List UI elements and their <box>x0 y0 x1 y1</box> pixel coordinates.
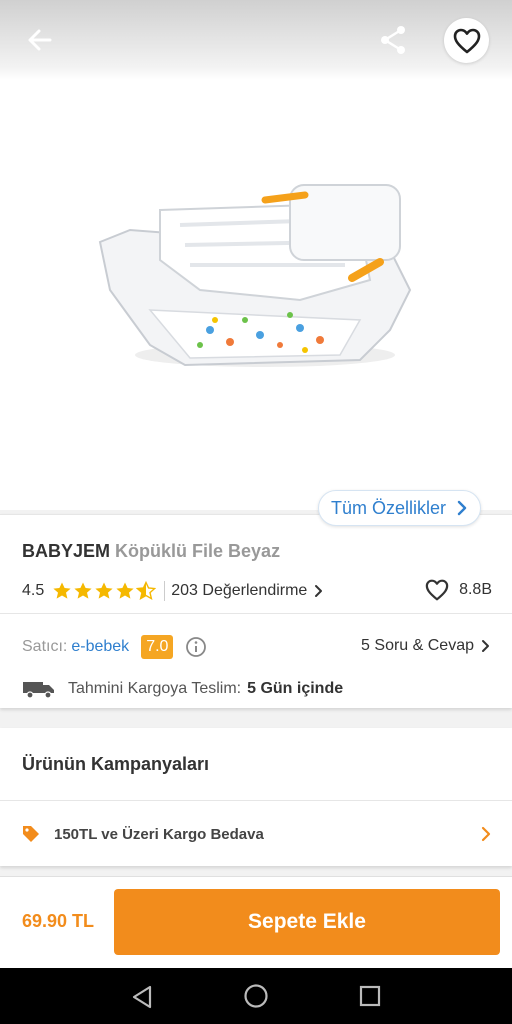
all-features-label: Tüm Özellikler <box>331 498 447 518</box>
favorite-button[interactable] <box>444 18 489 63</box>
top-bar <box>0 0 512 80</box>
campaign-item[interactable]: 150TL ve Üzeri Kargo Bedava <box>22 822 492 846</box>
shipping-label: Tahmini Kargoya Teslim: <box>68 680 242 697</box>
reviews-link[interactable]: 203 Değerlendirme <box>171 582 325 600</box>
divider <box>0 613 512 614</box>
product-image-area[interactable] <box>0 80 512 510</box>
product-name: Köpüklü File Beyaz <box>115 541 281 561</box>
rating-value: 4.5 <box>22 582 45 599</box>
seller-name-link[interactable]: e-bebek <box>71 638 129 656</box>
rating-row: 4.5 203 Değerlendirme 8.8B <box>22 579 492 603</box>
product-title: BABYJEM Köpüklü File Beyaz <box>22 541 280 562</box>
arrow-left-icon <box>28 29 52 51</box>
shipping-value: 5 Gün içinde <box>247 680 344 697</box>
reviews-label: 203 Değerlendirme <box>171 582 308 599</box>
campaigns-card: Ürünün Kampanyaları 150TL ve Üzeri Kargo… <box>0 728 512 866</box>
add-to-cart-bar: 69.90 TL Sepete Ekle <box>0 876 512 968</box>
bath-tub-product-image <box>98 184 412 367</box>
product-price: 69.90 TL <box>22 911 95 931</box>
star-half-icon <box>136 581 157 601</box>
seller-score-badge: 7.0 <box>141 635 174 659</box>
seller-label: Satıcı: <box>22 638 68 655</box>
seller-row: Satıcı: e-bebek 7.0 5 Soru & Cevap <box>22 633 492 661</box>
tag-icon <box>23 826 39 842</box>
chevron-right-icon <box>457 500 467 516</box>
star-full-icon <box>116 582 134 599</box>
share-button[interactable] <box>376 22 410 58</box>
truck-icon <box>23 682 54 699</box>
chevron-right-icon <box>315 585 323 597</box>
star-rating <box>52 581 157 601</box>
nav-back-icon[interactable] <box>130 984 154 1010</box>
rating-separator <box>164 581 166 601</box>
divider <box>0 800 512 801</box>
campaigns-title: Ürünün Kampanyaları <box>22 754 210 774</box>
heart-outline-icon <box>453 28 480 53</box>
chevron-right-icon <box>482 640 489 652</box>
heart-outline-icon <box>425 579 449 601</box>
share-icon <box>381 26 405 54</box>
qa-label: 5 Soru & Cevap <box>361 637 474 654</box>
nav-recent-apps-icon[interactable] <box>359 985 381 1007</box>
favorites-count-value: 8.8B <box>459 581 492 598</box>
star-full-icon <box>53 582 71 599</box>
add-to-cart-button[interactable]: Sepete Ekle <box>114 889 500 955</box>
questions-answers-link[interactable]: 5 Soru & Cevap <box>361 637 492 655</box>
system-navigation-bar <box>0 968 512 1024</box>
back-button[interactable] <box>22 22 58 58</box>
star-full-icon <box>74 582 92 599</box>
campaign-label: 150TL ve Üzeri Kargo Bedava <box>54 825 264 843</box>
chevron-right-icon <box>481 826 491 842</box>
nav-home-icon[interactable] <box>243 983 269 1009</box>
product-brand: BABYJEM <box>22 541 111 561</box>
all-features-button[interactable]: Tüm Özellikler <box>318 490 482 526</box>
favorites-count[interactable]: 8.8B <box>425 579 492 601</box>
shipping-row: Tahmini Kargoya Teslim: 5 Gün içinde <box>22 677 343 701</box>
star-full-icon <box>95 582 113 599</box>
info-icon[interactable] <box>185 636 207 658</box>
product-info-card: BABYJEM Köpüklü File Beyaz 4.5 203 Değer… <box>0 514 512 708</box>
